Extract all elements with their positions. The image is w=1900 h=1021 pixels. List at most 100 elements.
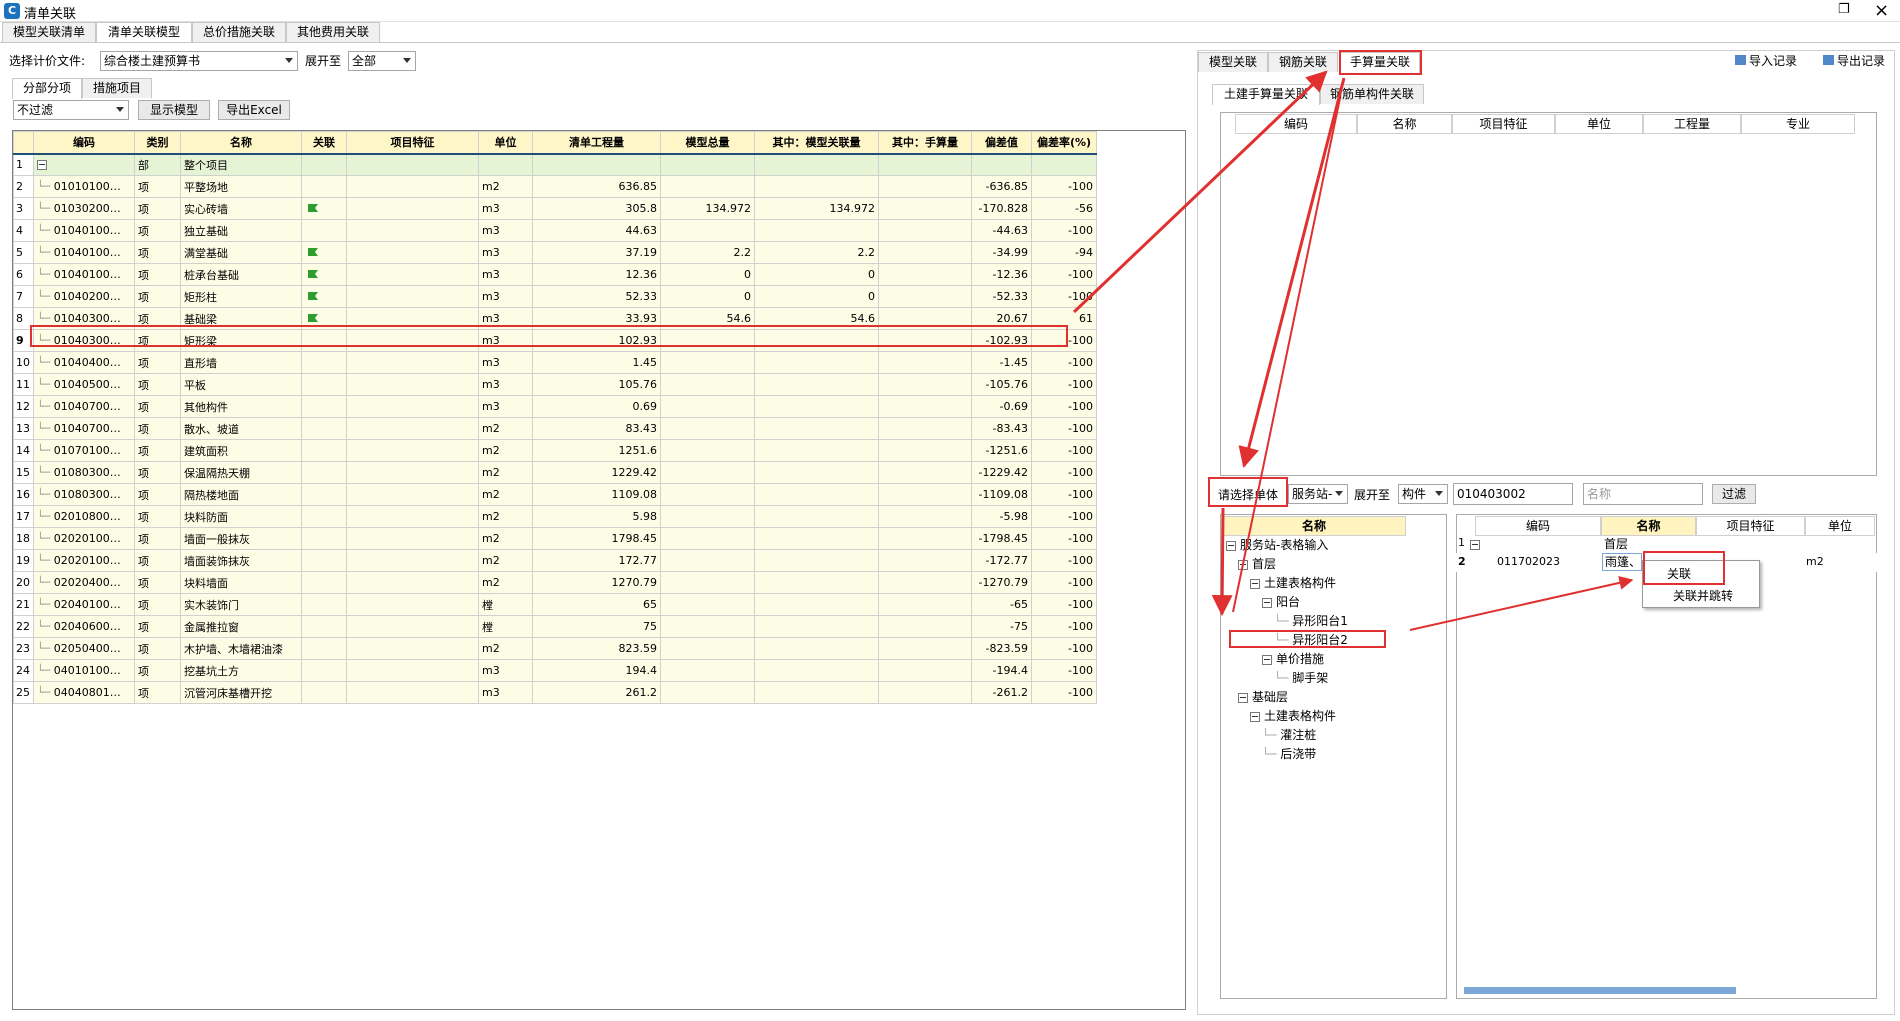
tab-measures[interactable]: 措施项目 <box>82 78 152 98</box>
cell-qty[interactable]: 1109.08 <box>532 483 661 506</box>
table-row[interactable]: 4 └─ 01040100… 项独立基础 m3 44.63 -44.63 -100 <box>13 219 1097 242</box>
cell-model[interactable] <box>660 571 755 594</box>
cell-feat[interactable] <box>346 395 479 418</box>
cell-name[interactable]: 沉管河床基槽开挖 <box>180 681 302 704</box>
cell-name[interactable]: 散水、坡道 <box>180 417 302 440</box>
table-row[interactable]: 9 └─ 01040300… 项矩形梁 m3 102.93 -102.93 -100 <box>13 329 1097 352</box>
cell-qty[interactable]: 33.93 <box>532 307 661 330</box>
cell-manual[interactable] <box>878 417 972 440</box>
cell-name[interactable]: 其他构件 <box>180 395 302 418</box>
tab-rebar-link[interactable]: 钢筋关联 <box>1268 52 1338 72</box>
col-header[interactable]: 偏差率(%) <box>1031 131 1097 155</box>
table-row[interactable]: 17 └─ 02010800… 项块料防面 m2 5.98 -5.98 -100 <box>13 505 1097 528</box>
cell-unit[interactable]: m2 <box>478 571 533 594</box>
cell-model[interactable]: 54.6 <box>660 307 755 330</box>
unit-select[interactable]: 服务站- <box>1288 484 1348 504</box>
cell-manual[interactable] <box>878 329 972 352</box>
cell-feat[interactable] <box>346 505 479 528</box>
cell-model[interactable] <box>660 395 755 418</box>
cell-manual[interactable] <box>878 285 972 308</box>
cell-feat[interactable] <box>346 219 479 242</box>
col-header[interactable]: 类别 <box>134 131 181 155</box>
cell-unit[interactable]: 樘 <box>478 593 533 616</box>
cell-unit[interactable]: m3 <box>478 241 533 264</box>
cell-linked[interactable] <box>301 483 347 506</box>
cell-unit[interactable]: m2 <box>478 527 533 550</box>
cell-dev[interactable]: -75 <box>971 615 1032 638</box>
cell-rate[interactable]: -100 <box>1031 527 1097 550</box>
cell-unit[interactable]: m3 <box>478 329 533 352</box>
cell-model[interactable] <box>660 615 755 638</box>
cell-rate[interactable]: -100 <box>1031 593 1097 616</box>
cell-manual[interactable] <box>878 351 972 374</box>
cell-mlink[interactable] <box>754 461 879 484</box>
cell-dev[interactable]: -172.77 <box>971 549 1032 572</box>
collapse-icon[interactable] <box>1238 692 1248 703</box>
tree-node[interactable]: 土建表格构件 <box>1250 707 1336 725</box>
cell-model[interactable]: 0 <box>660 263 755 286</box>
cell-type[interactable]: 项 <box>134 351 181 374</box>
cell-unit[interactable]: m3 <box>478 681 533 704</box>
cell-model[interactable]: 134.972 <box>660 197 755 220</box>
cell-linked[interactable] <box>301 241 347 264</box>
cell-type[interactable]: 部 <box>134 153 181 176</box>
cell-rate[interactable]: -100 <box>1031 571 1097 594</box>
table-row[interactable]: 1 部整个项目 <box>13 153 1097 176</box>
cell-qty[interactable]: 1229.42 <box>532 461 661 484</box>
cell-mlink[interactable]: 54.6 <box>754 307 879 330</box>
col-header[interactable]: 关联 <box>301 131 347 155</box>
cell-mlink[interactable] <box>754 681 879 704</box>
cell-code[interactable]: └─ 04010100… <box>33 659 135 682</box>
cell-dev[interactable]: -1229.42 <box>971 461 1032 484</box>
cell-manual[interactable] <box>878 307 972 330</box>
cell-model[interactable] <box>660 373 755 396</box>
cell-model[interactable] <box>660 659 755 682</box>
cell-unit[interactable]: m3 <box>478 373 533 396</box>
table-row[interactable]: 19 └─ 02020100… 项墙面装饰抹灰 m2 172.77 -172.77 -100 <box>13 549 1097 572</box>
cell-unit[interactable]: m3 <box>478 285 533 308</box>
cell-unit[interactable]: m3 <box>478 197 533 220</box>
cell-dev[interactable]: -44.63 <box>971 219 1032 242</box>
export-record-link[interactable]: 导出记录 <box>1823 53 1885 69</box>
cell-mlink[interactable] <box>754 219 879 242</box>
cell-manual[interactable] <box>878 153 972 176</box>
cell-dev[interactable]: -83.43 <box>971 417 1032 440</box>
cell-linked[interactable] <box>301 395 347 418</box>
cell-name[interactable]: 块料防面 <box>180 505 302 528</box>
expand-box[interactable] <box>1470 537 1480 551</box>
cell-type[interactable]: 项 <box>134 681 181 704</box>
cell-mlink[interactable] <box>754 329 879 352</box>
cell-code[interactable]: └─ 02020400… <box>33 571 135 594</box>
col-header[interactable]: 其中：手算量 <box>878 131 972 155</box>
cell-linked[interactable] <box>301 681 347 704</box>
cell-code[interactable]: └─ 01030200… <box>33 197 135 220</box>
cell-qty[interactable]: 194.4 <box>532 659 661 682</box>
cell-name[interactable]: 木护墙、木墙裙油漆 <box>180 637 302 660</box>
tree-node[interactable]: 基础层 <box>1238 688 1288 706</box>
cell-mlink[interactable]: 2.2 <box>754 241 879 264</box>
cell-model[interactable]: 0 <box>660 285 755 308</box>
table-row[interactable]: 11 └─ 01040500… 项平板 m3 105.76 -105.76 -100 <box>13 373 1097 396</box>
cell-name[interactable]: 平整场地 <box>180 175 302 198</box>
cell-rate[interactable]: -100 <box>1031 637 1097 660</box>
cell-feat[interactable] <box>346 681 479 704</box>
cell-model[interactable] <box>660 681 755 704</box>
cell-dev[interactable] <box>971 153 1032 176</box>
cell-model[interactable] <box>660 329 755 352</box>
col-header[interactable]: 模型总量 <box>660 131 755 155</box>
cell-model[interactable] <box>660 219 755 242</box>
table-row[interactable]: 10 └─ 01040400… 项直形墙 m3 1.45 -1.45 -100 <box>13 351 1097 374</box>
cell-manual[interactable] <box>878 461 972 484</box>
cell-manual[interactable] <box>878 637 972 660</box>
cell-rate[interactable]: -100 <box>1031 351 1097 374</box>
cell-unit[interactable]: m2 <box>478 417 533 440</box>
cell-mlink[interactable] <box>754 417 879 440</box>
cell-qty[interactable]: 12.36 <box>532 263 661 286</box>
cell-dev[interactable]: -1798.45 <box>971 527 1032 550</box>
cell-model[interactable] <box>660 549 755 572</box>
cell-dev[interactable]: -52.33 <box>971 285 1032 308</box>
collapse-icon[interactable] <box>1226 540 1236 551</box>
table-row[interactable]: 18 └─ 02020100… 项墙面一般抹灰 m2 1798.45 -1798.45 -1… <box>13 527 1097 550</box>
cell-rate[interactable]: 61 <box>1031 307 1097 330</box>
cell-rate[interactable]: -100 <box>1031 681 1097 704</box>
